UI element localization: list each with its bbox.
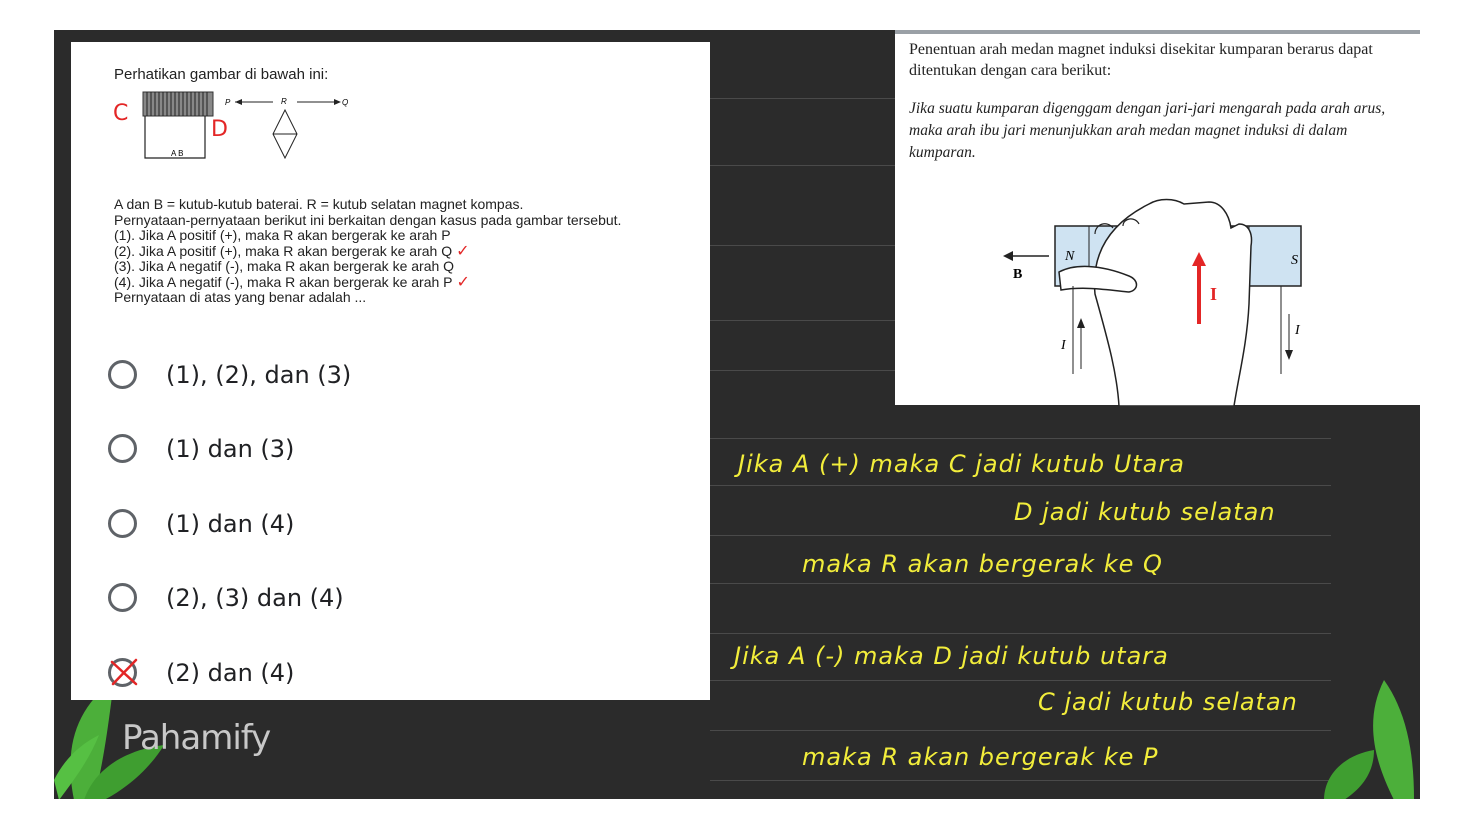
rule-line (710, 730, 1331, 731)
label-d: D (211, 117, 228, 142)
leaf-decoration-right (1324, 680, 1414, 799)
rule-line (710, 633, 1331, 634)
statement-line: A dan B = kutub-kutub baterai. R = kutub… (114, 196, 524, 212)
handwriting-line-4: Jika A (-) maka D jadi kutub utara (734, 642, 1169, 670)
handwriting-line-1: Jika A (+) maka C jadi kutub Utara (738, 450, 1185, 478)
label-r: R (281, 97, 287, 106)
label-q: Q (342, 98, 348, 107)
brand-logo: Pahamify (122, 718, 271, 758)
theory-card: Penentuan arah medan magnet induksi dise… (895, 30, 1420, 406)
label-ab: A B (171, 149, 183, 158)
option-label: (2), (3) dan (4) (166, 584, 344, 612)
statement-line: Pernyataan-pernyataan berikut ini berkai… (114, 211, 622, 228)
option-label: (1) dan (4) (166, 510, 295, 538)
rule-line (710, 583, 1331, 584)
rule-line (710, 485, 1331, 486)
rule-line (710, 438, 1331, 439)
question-heading: Perhatikan gambar di bawah ini: (114, 66, 329, 83)
option-label: (1) dan (3) (166, 435, 295, 463)
option-label: (1), (2), dan (3) (166, 361, 352, 389)
check-mark-icon: ✓ (456, 273, 470, 291)
label-c: C (113, 101, 128, 126)
figure-label-s: S (1291, 253, 1298, 268)
figure-label-n: N (1064, 249, 1075, 264)
rule-line (710, 535, 1331, 536)
rule-line (710, 780, 1331, 781)
solenoid-diagram: A B C D P R Q (113, 91, 348, 160)
radio-button[interactable] (108, 434, 137, 463)
figure-label-i-right: I (1294, 323, 1301, 338)
handwriting-line-3: maka R akan bergerak ke Q (802, 550, 1163, 578)
figure-label-b: B (1013, 267, 1022, 282)
theory-text: Penentuan arah medan magnet induksi dise… (909, 41, 1373, 79)
figure-label-i-left: I (1060, 338, 1067, 353)
statement-line: (3). Jika A negatif (-), maka R akan ber… (114, 258, 455, 274)
radio-button[interactable] (108, 360, 137, 389)
right-hand-rule-figure: I B N S I I (1003, 198, 1302, 406)
statement-line: (2). Jika A positif (+), maka R akan ber… (114, 242, 453, 259)
label-p: P (225, 98, 231, 107)
handwriting-line-2: D jadi kutub selatan (1014, 498, 1276, 526)
option-label: (2) dan (4) (166, 659, 295, 687)
question-text: A dan B = kutub-kutub baterai. R = kutub… (114, 196, 704, 306)
handwriting-line-5: C jadi kutub selatan (1038, 688, 1298, 716)
cross-mark-icon (110, 658, 138, 686)
statement-line: Pernyataan di atas yang benar adalah ... (114, 289, 367, 305)
check-mark-icon: ✓ (456, 242, 470, 260)
radio-button[interactable] (108, 583, 137, 612)
question-card: Perhatikan gambar di bawah ini: A B C D … (71, 42, 710, 700)
figure-label-i: I (1210, 284, 1217, 304)
rule-line (710, 680, 1331, 681)
radio-button[interactable] (108, 509, 137, 538)
statement-line: (4). Jika A negatif (-), maka R akan ber… (114, 273, 453, 290)
handwriting-line-6: maka R akan bergerak ke P (802, 743, 1159, 771)
theory-italic-text: Jika suatu kumparan digenggam dengan jar… (909, 100, 1386, 161)
statement-line: (1). Jika A positif (+), maka R akan ber… (114, 227, 451, 243)
